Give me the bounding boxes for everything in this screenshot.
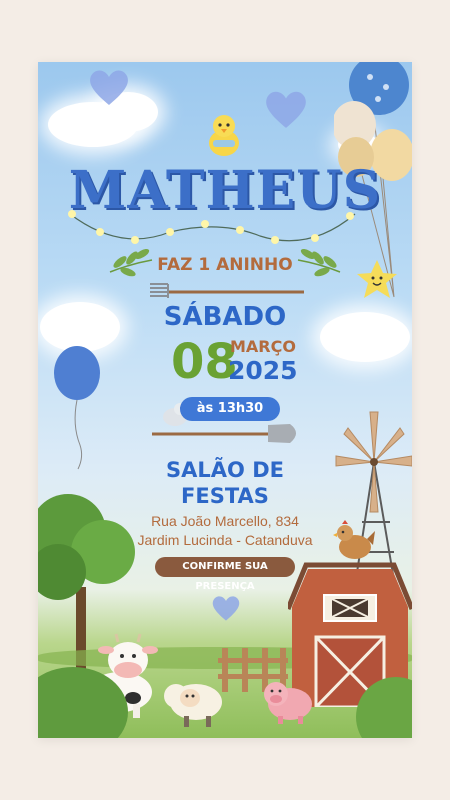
rake-icon — [150, 283, 304, 298]
subtitle: FAZ 1 ANINHO — [157, 255, 293, 275]
confirm-presence-button[interactable]: CONFIRME SUA PRESENÇA — [155, 557, 295, 592]
hen-icon — [333, 520, 375, 559]
chick-icon — [209, 115, 239, 156]
month: MARÇO — [230, 337, 296, 356]
invitation-card: MATHEUS FAZ 1 ANINHO SÁBADO 08 MARÇO 202… — [38, 62, 412, 738]
weekday: SÁBADO — [163, 302, 287, 332]
heart-icon — [90, 70, 128, 105]
shovel-icon — [152, 424, 296, 443]
child-name: MATHEUS — [68, 160, 382, 221]
heart-icon — [266, 91, 306, 128]
time-badge: às 13h30 — [180, 397, 280, 421]
heart-icon — [212, 596, 240, 621]
year: 2025 — [228, 356, 298, 385]
sheep-icon — [164, 684, 222, 727]
pig-icon — [264, 682, 312, 724]
balloon-icon — [54, 346, 100, 470]
